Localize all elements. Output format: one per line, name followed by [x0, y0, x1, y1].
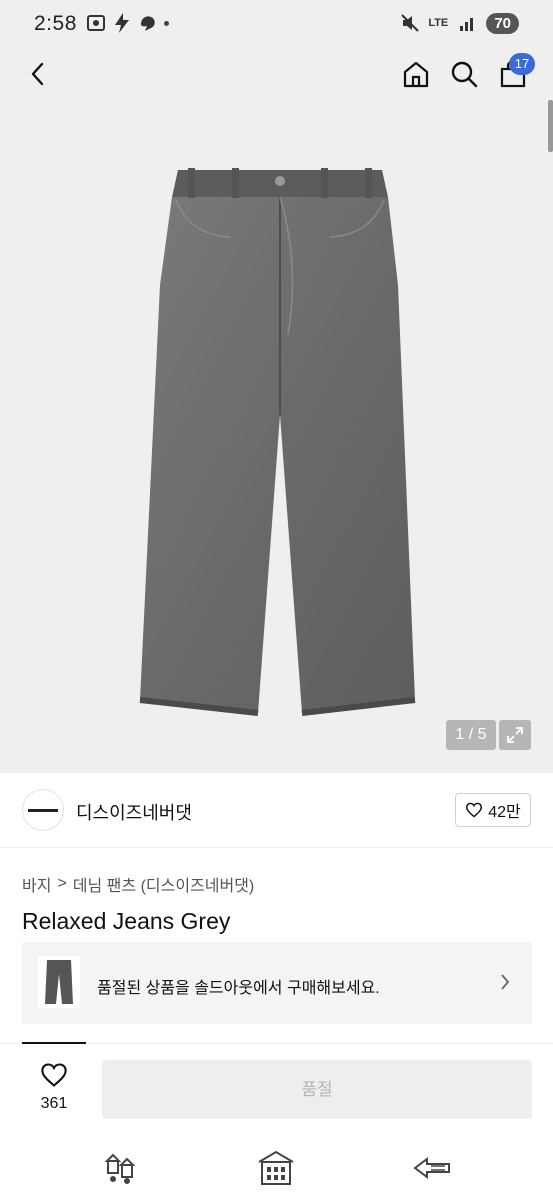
system-navigation-bar — [0, 1130, 553, 1200]
back-arrow-icon — [413, 1157, 450, 1179]
soldout-purchase-button[interactable]: 품절 — [102, 1060, 532, 1119]
brand-logo[interactable] — [22, 789, 64, 831]
home-button[interactable] — [398, 56, 434, 92]
status-time: 2:58 — [34, 12, 77, 35]
breadcrumb-category[interactable]: 바지 — [22, 872, 51, 896]
status-bar: 2:58 LTE 70 — [0, 0, 553, 50]
brand-logo-mark — [28, 808, 58, 812]
product-title: Relaxed Jeans Grey — [22, 908, 231, 934]
building-icon — [258, 1150, 294, 1185]
heart-icon — [466, 802, 483, 818]
breadcrumb-subcategory[interactable]: 데님 팬츠 (디스이즈네버댓) — [73, 872, 254, 896]
brand-name[interactable]: 디스이즈네버댓 — [76, 799, 192, 825]
top-navigation — [0, 50, 553, 100]
expand-image-button[interactable] — [499, 720, 531, 750]
search-button[interactable] — [446, 56, 482, 92]
signal-icon — [458, 12, 478, 34]
soldout-banner-text: 품절된 상품을 솔드아웃에서 구매해보세요. — [97, 980, 380, 997]
lanterns-icon — [104, 1153, 136, 1184]
breadcrumb-separator: > — [57, 875, 67, 892]
breadcrumb: 바지 > 데님 팬츠 (디스이즈네버댓) — [22, 872, 254, 896]
brand-row[interactable]: 디스이즈네버댓 42만 — [0, 773, 553, 848]
search-icon — [451, 61, 478, 88]
notification-icons — [86, 12, 169, 34]
back-system-button[interactable] — [410, 1150, 454, 1186]
recent-apps-button[interactable] — [98, 1150, 142, 1186]
purchase-bar: 361 품절 — [0, 1044, 553, 1128]
home-system-button[interactable] — [254, 1150, 298, 1186]
back-arrow-icon — [31, 62, 44, 86]
chevron-right-icon — [501, 974, 510, 990]
image-counter: 1 / 5 — [446, 720, 496, 750]
wish-count: 361 — [40, 1095, 68, 1112]
back-button[interactable] — [20, 56, 56, 92]
heart-icon — [41, 1063, 67, 1087]
screenshot-icon — [86, 12, 106, 34]
system-status-icons: LTE 70 — [400, 12, 519, 34]
wish-button[interactable]: 361 — [26, 1062, 82, 1113]
app-notification-icon — [138, 12, 158, 34]
soldout-product-thumbnail — [38, 956, 80, 1008]
mute-icon — [400, 12, 420, 34]
network-type: LTE — [428, 17, 449, 29]
scrollbar-thumb[interactable] — [548, 100, 553, 152]
more-notifications-dot — [164, 20, 169, 26]
product-image-area[interactable]: 2:58 LTE 70 17 1 / 5 — [0, 0, 553, 773]
soldout-banner[interactable]: 품절된 상품을 솔드아웃에서 구매해보세요. — [22, 942, 532, 1024]
flash-icon — [112, 12, 132, 34]
battery-indicator: 70 — [486, 12, 519, 34]
home-icon — [403, 61, 429, 88]
brand-like-count: 42만 — [488, 804, 521, 821]
brand-like-button[interactable]: 42만 — [455, 793, 531, 827]
product-photo-jeans — [139, 168, 416, 716]
expand-icon — [507, 727, 523, 743]
cart-count-badge: 17 — [509, 53, 535, 75]
